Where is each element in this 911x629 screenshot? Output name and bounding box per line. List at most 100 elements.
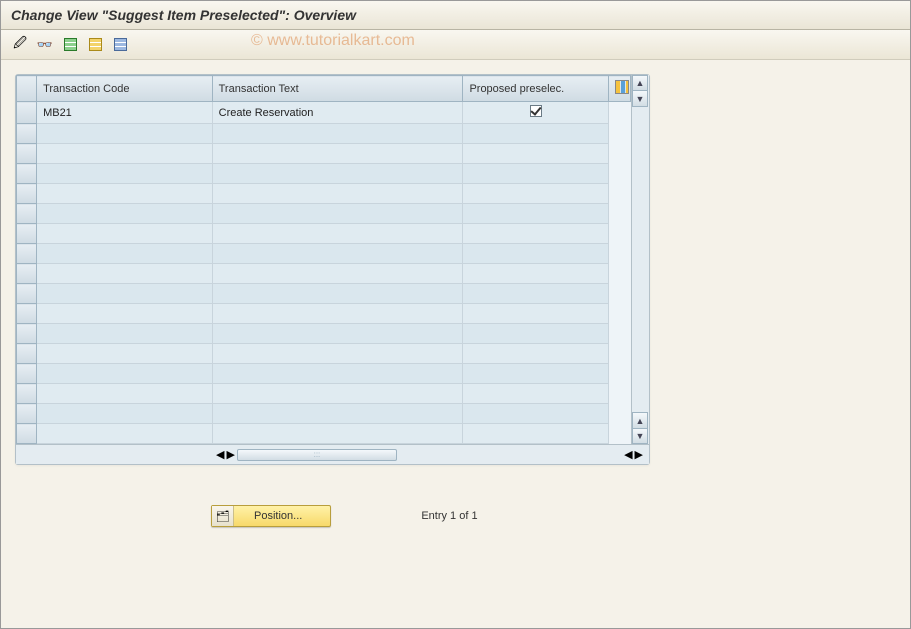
cell-transaction-code[interactable] (37, 164, 213, 184)
scroll-up-button[interactable]: ▲ (632, 75, 648, 91)
cell-transaction-code[interactable] (37, 144, 213, 164)
cell-transaction-text[interactable] (212, 404, 463, 424)
hscroll-right-button[interactable]: ▶ (226, 448, 234, 461)
cell-proposed-preselec[interactable] (463, 304, 608, 324)
cell-transaction-code[interactable] (37, 384, 213, 404)
row-selector[interactable] (17, 264, 37, 284)
hscroll-left-button[interactable]: ◀ (216, 448, 224, 461)
cell-proposed-preselec[interactable] (463, 284, 608, 304)
cell-transaction-code[interactable] (37, 364, 213, 384)
cell-transaction-code[interactable] (37, 204, 213, 224)
cell-transaction-text[interactable] (212, 184, 463, 204)
table-row[interactable]: MB21Create Reservation (17, 102, 631, 124)
scroll-track[interactable] (632, 107, 649, 412)
column-header-transaction-text[interactable]: Transaction Text (212, 76, 463, 102)
hscroll-thumb[interactable]: ::: (237, 449, 397, 461)
cell-transaction-code[interactable] (37, 244, 213, 264)
cell-transaction-text[interactable] (212, 424, 463, 444)
cell-proposed-preselec[interactable] (463, 344, 608, 364)
cell-transaction-text[interactable] (212, 324, 463, 344)
cell-transaction-code[interactable] (37, 324, 213, 344)
cell-transaction-text[interactable] (212, 244, 463, 264)
cell-proposed-preselec[interactable] (463, 102, 608, 124)
row-selector[interactable] (17, 102, 37, 124)
cell-transaction-code[interactable] (37, 404, 213, 424)
row-selector[interactable] (17, 384, 37, 404)
row-selector[interactable] (17, 304, 37, 324)
row-selector[interactable] (17, 424, 37, 444)
table-row[interactable] (17, 384, 631, 404)
table-row[interactable] (17, 144, 631, 164)
cell-transaction-text[interactable] (212, 304, 463, 324)
column-config-button[interactable] (608, 76, 630, 102)
cell-proposed-preselec[interactable] (463, 144, 608, 164)
row-selector[interactable] (17, 204, 37, 224)
cell-transaction-code[interactable] (37, 184, 213, 204)
row-selector[interactable] (17, 244, 37, 264)
cell-proposed-preselec[interactable] (463, 324, 608, 344)
new-entries-button[interactable] (59, 34, 81, 56)
table-row[interactable] (17, 424, 631, 444)
table-row[interactable] (17, 344, 631, 364)
cell-proposed-preselec[interactable] (463, 184, 608, 204)
table-row[interactable] (17, 244, 631, 264)
row-selector[interactable] (17, 184, 37, 204)
toggle-display-change-button[interactable]: 🖉 (9, 34, 31, 56)
other-entry-button[interactable]: 👓 (34, 34, 56, 56)
cell-transaction-code[interactable] (37, 344, 213, 364)
table-row[interactable] (17, 204, 631, 224)
row-selector[interactable] (17, 224, 37, 244)
cell-transaction-text[interactable] (212, 204, 463, 224)
row-selector[interactable] (17, 124, 37, 144)
cell-proposed-preselec[interactable] (463, 264, 608, 284)
row-selector[interactable] (17, 344, 37, 364)
row-selector[interactable] (17, 284, 37, 304)
cell-transaction-code[interactable] (37, 124, 213, 144)
scroll-down-button[interactable]: ▼ (632, 91, 648, 107)
scroll-down-end-button[interactable]: ▼ (632, 428, 648, 444)
cell-transaction-code[interactable] (37, 264, 213, 284)
row-selector[interactable] (17, 144, 37, 164)
table-row[interactable] (17, 164, 631, 184)
table-row[interactable] (17, 224, 631, 244)
row-selector[interactable] (17, 324, 37, 344)
cell-proposed-preselec[interactable] (463, 364, 608, 384)
table-row[interactable] (17, 404, 631, 424)
table-row[interactable] (17, 184, 631, 204)
cell-proposed-preselec[interactable] (463, 224, 608, 244)
cell-transaction-text[interactable] (212, 144, 463, 164)
cell-proposed-preselec[interactable] (463, 164, 608, 184)
cell-proposed-preselec[interactable] (463, 204, 608, 224)
table-row[interactable] (17, 124, 631, 144)
vertical-scrollbar[interactable]: ▲ ▼ ▲ ▼ (631, 75, 649, 444)
cell-transaction-text[interactable] (212, 384, 463, 404)
copy-as-button[interactable] (84, 34, 106, 56)
hscroll-right-end-button[interactable]: ▶ (635, 448, 643, 461)
column-header-proposed-preselec[interactable]: Proposed preselec. (463, 76, 608, 102)
table-row[interactable] (17, 284, 631, 304)
cell-transaction-text[interactable] (212, 344, 463, 364)
cell-transaction-text[interactable] (212, 364, 463, 384)
cell-proposed-preselec[interactable] (463, 424, 608, 444)
cell-transaction-code[interactable] (37, 304, 213, 324)
table-row[interactable] (17, 304, 631, 324)
hscroll-left-end-button[interactable]: ◀ (624, 448, 632, 461)
cell-proposed-preselec[interactable] (463, 384, 608, 404)
scroll-up-end-button[interactable]: ▲ (632, 412, 648, 428)
table-row[interactable] (17, 324, 631, 344)
cell-transaction-text[interactable]: Create Reservation (212, 102, 463, 124)
cell-transaction-text[interactable] (212, 164, 463, 184)
cell-proposed-preselec[interactable] (463, 124, 608, 144)
cell-transaction-text[interactable] (212, 124, 463, 144)
table-row[interactable] (17, 364, 631, 384)
row-selector[interactable] (17, 404, 37, 424)
select-all-header[interactable] (17, 76, 37, 102)
cell-transaction-code[interactable]: MB21 (37, 102, 213, 124)
cell-transaction-code[interactable] (37, 284, 213, 304)
row-selector[interactable] (17, 164, 37, 184)
column-header-transaction-code[interactable]: Transaction Code (37, 76, 213, 102)
cell-transaction-text[interactable] (212, 284, 463, 304)
position-button[interactable]: 🗂 Position... (211, 505, 331, 527)
table-row[interactable] (17, 264, 631, 284)
cell-transaction-text[interactable] (212, 264, 463, 284)
